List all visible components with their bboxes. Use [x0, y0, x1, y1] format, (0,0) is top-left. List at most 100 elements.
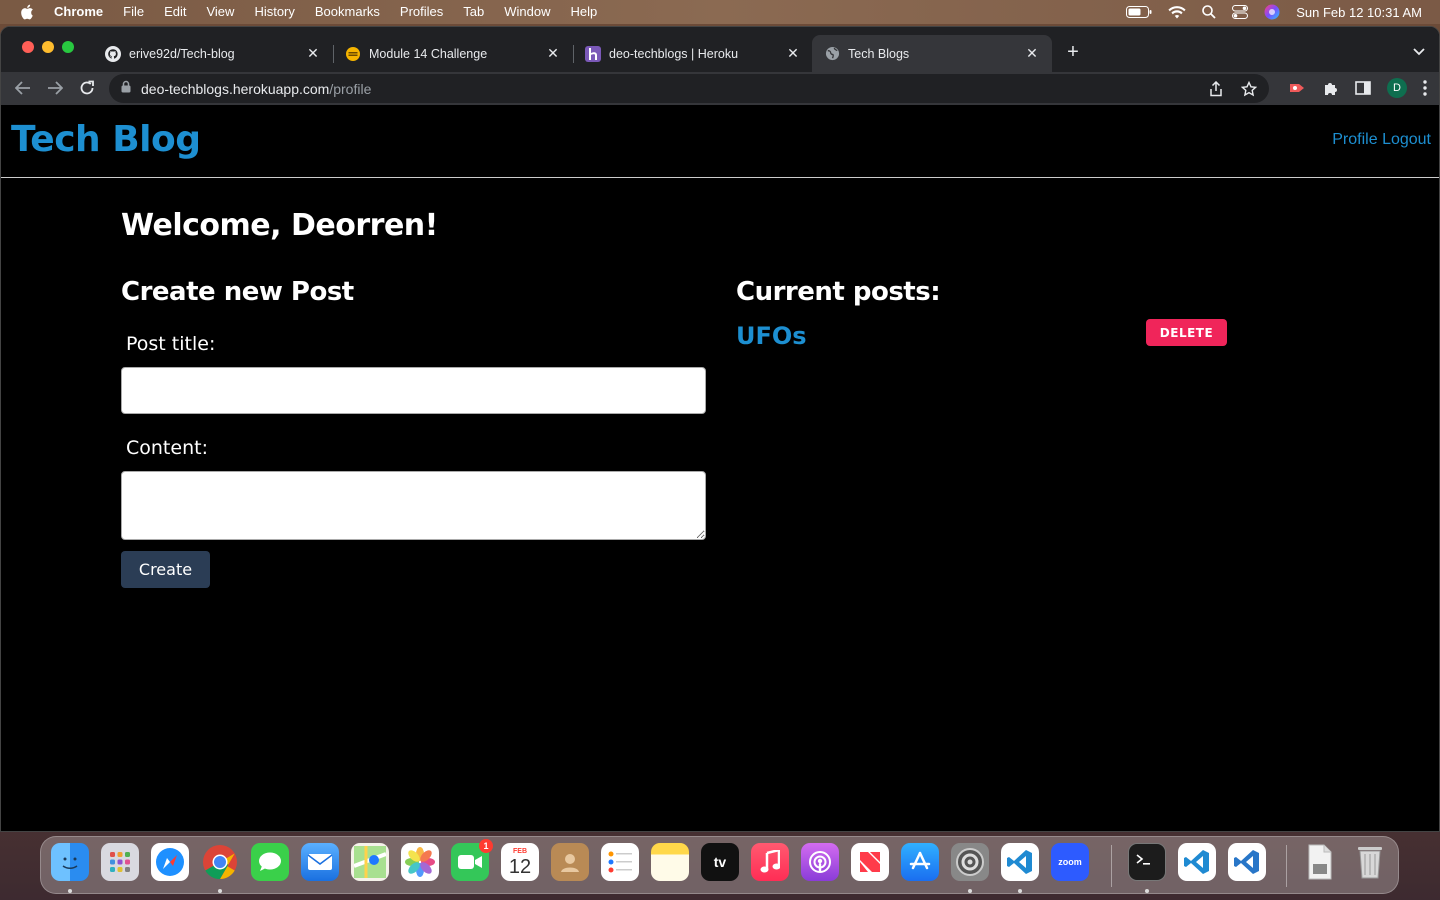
tab-strip: erive92d/Tech-blog ✕ Module 14 Challenge… — [1, 27, 1439, 72]
wifi-icon[interactable] — [1168, 5, 1186, 19]
menu-window[interactable]: Window — [504, 0, 550, 24]
tv-label: tv — [713, 854, 727, 870]
apple-menu[interactable] — [0, 4, 54, 20]
address-bar[interactable]: deo-techblogs.herokuapp.com/profile — [109, 74, 1269, 103]
tab-title: deo-techblogs | Heroku — [609, 46, 739, 61]
calendar-day: 12 — [508, 855, 532, 878]
post-title-link[interactable]: UFOs — [736, 322, 807, 350]
post-content-label: Content: — [126, 437, 208, 459]
tab-tech-blogs[interactable]: Tech Blogs ✕ — [812, 35, 1052, 72]
tab-title: Module 14 Challenge — [369, 46, 488, 61]
url-path: /profile — [329, 80, 372, 97]
notification-badge: 1 — [479, 839, 493, 853]
zoom-label: zoom — [1058, 857, 1082, 867]
notes-icon[interactable] — [651, 843, 689, 881]
vscode-recent-icon[interactable] — [1178, 843, 1216, 881]
profile-avatar[interactable]: D — [1387, 78, 1407, 98]
vscode-insiders-icon[interactable] — [1228, 843, 1266, 881]
battery-icon[interactable] — [1126, 6, 1152, 18]
mail-icon[interactable] — [301, 843, 339, 881]
reload-icon[interactable] — [77, 78, 97, 98]
menu-tab[interactable]: Tab — [463, 0, 484, 24]
menu-edit[interactable]: Edit — [164, 0, 186, 24]
tab-heroku[interactable]: deo-techblogs | Heroku ✕ — [573, 35, 813, 72]
messages-icon[interactable] — [251, 843, 289, 881]
music-icon[interactable] — [751, 843, 789, 881]
dock-separator — [1111, 845, 1112, 887]
tab-github[interactable]: erive92d/Tech-blog ✕ — [93, 35, 333, 72]
welcome-heading: Welcome, Deorren! — [121, 208, 438, 243]
menu-history[interactable]: History — [254, 0, 294, 24]
extension-video-icon[interactable] — [1289, 81, 1307, 95]
menu-bookmarks[interactable]: Bookmarks — [315, 0, 380, 24]
facetime-icon[interactable]: 1 — [451, 839, 493, 881]
spotlight-search-icon[interactable] — [1202, 5, 1216, 19]
menu-profiles[interactable]: Profiles — [400, 0, 443, 24]
reminders-icon[interactable] — [601, 843, 639, 881]
menu-file[interactable]: File — [123, 0, 144, 24]
podcasts-icon[interactable] — [801, 843, 839, 881]
post-content-textarea[interactable] — [121, 471, 706, 540]
nav-logout-link[interactable]: Logout — [1382, 131, 1431, 148]
vscode-icon[interactable] — [1001, 843, 1039, 881]
bookmark-star-icon[interactable] — [1241, 81, 1257, 97]
finder-icon[interactable] — [51, 843, 89, 881]
running-indicator — [218, 889, 222, 893]
maps-icon[interactable] — [351, 843, 389, 881]
siri-icon[interactable] — [1264, 4, 1280, 20]
create-post-heading: Create new Post — [121, 277, 354, 307]
create-post-button[interactable]: Create — [121, 551, 210, 588]
close-tab-icon[interactable]: ✕ — [545, 45, 561, 62]
system-preferences-icon[interactable] — [951, 843, 989, 881]
side-panel-icon[interactable] — [1355, 81, 1371, 95]
close-window-button[interactable] — [22, 41, 34, 53]
menubar-clock[interactable]: Sun Feb 12 10:31 AM — [1296, 5, 1422, 20]
site-header: Tech Blog Profile Logout — [1, 105, 1439, 178]
close-tab-icon[interactable]: ✕ — [305, 45, 321, 62]
close-tab-icon[interactable]: ✕ — [785, 45, 801, 62]
launchpad-icon[interactable] — [101, 843, 139, 881]
forward-arrow-icon[interactable] — [45, 78, 65, 98]
github-icon — [105, 45, 121, 62]
share-icon[interactable] — [1209, 81, 1223, 97]
calendar-month: FEB — [513, 847, 527, 855]
close-tab-icon[interactable]: ✕ — [1024, 45, 1040, 62]
tab-title: erive92d/Tech-blog — [129, 46, 235, 61]
calendar-icon[interactable]: FEB 12 — [501, 843, 539, 881]
news-icon[interactable] — [851, 843, 889, 881]
new-tab-plus-icon[interactable]: + — [1063, 41, 1083, 64]
back-arrow-icon[interactable] — [13, 78, 33, 98]
zoom-icon[interactable]: zoom — [1051, 843, 1089, 881]
tab-search-chevron-icon[interactable] — [1413, 43, 1425, 61]
tab-module-14[interactable]: Module 14 Challenge ✕ — [333, 35, 573, 72]
terminal-icon[interactable] — [1128, 843, 1166, 881]
zoom-window-button[interactable] — [62, 41, 74, 53]
extensions-puzzle-icon[interactable] — [1323, 80, 1339, 96]
nav-profile-link[interactable]: Profile — [1332, 131, 1377, 148]
safari-icon[interactable] — [151, 843, 189, 881]
apple-tv-icon[interactable]: tv — [701, 843, 739, 881]
downloads-stack-icon[interactable] — [1301, 843, 1339, 881]
menu-app-name[interactable]: Chrome — [54, 0, 103, 24]
running-indicator — [1018, 889, 1022, 893]
chrome-icon[interactable] — [201, 843, 239, 881]
app-store-icon[interactable] — [901, 843, 939, 881]
current-posts-heading: Current posts: — [736, 277, 941, 307]
control-center-icon[interactable] — [1232, 5, 1249, 19]
browser-toolbar: deo-techblogs.herokuapp.com/profile D — [1, 72, 1439, 105]
menu-view[interactable]: View — [206, 0, 234, 24]
post-title-input[interactable] — [121, 367, 706, 414]
photos-icon[interactable] — [401, 843, 439, 881]
trash-icon[interactable] — [1351, 843, 1389, 881]
globe-icon — [824, 46, 840, 62]
minimize-window-button[interactable] — [42, 41, 54, 53]
site-nav: Profile Logout — [1332, 131, 1431, 149]
kebab-menu-icon[interactable] — [1423, 80, 1427, 96]
dock-separator — [1286, 845, 1287, 887]
lock-icon[interactable] — [121, 80, 131, 98]
site-brand[interactable]: Tech Blog — [11, 119, 201, 160]
menu-help[interactable]: Help — [571, 0, 598, 24]
delete-post-button[interactable]: DELETE — [1146, 319, 1227, 346]
post-title-label: Post title: — [126, 333, 216, 355]
contacts-icon[interactable] — [551, 843, 589, 881]
